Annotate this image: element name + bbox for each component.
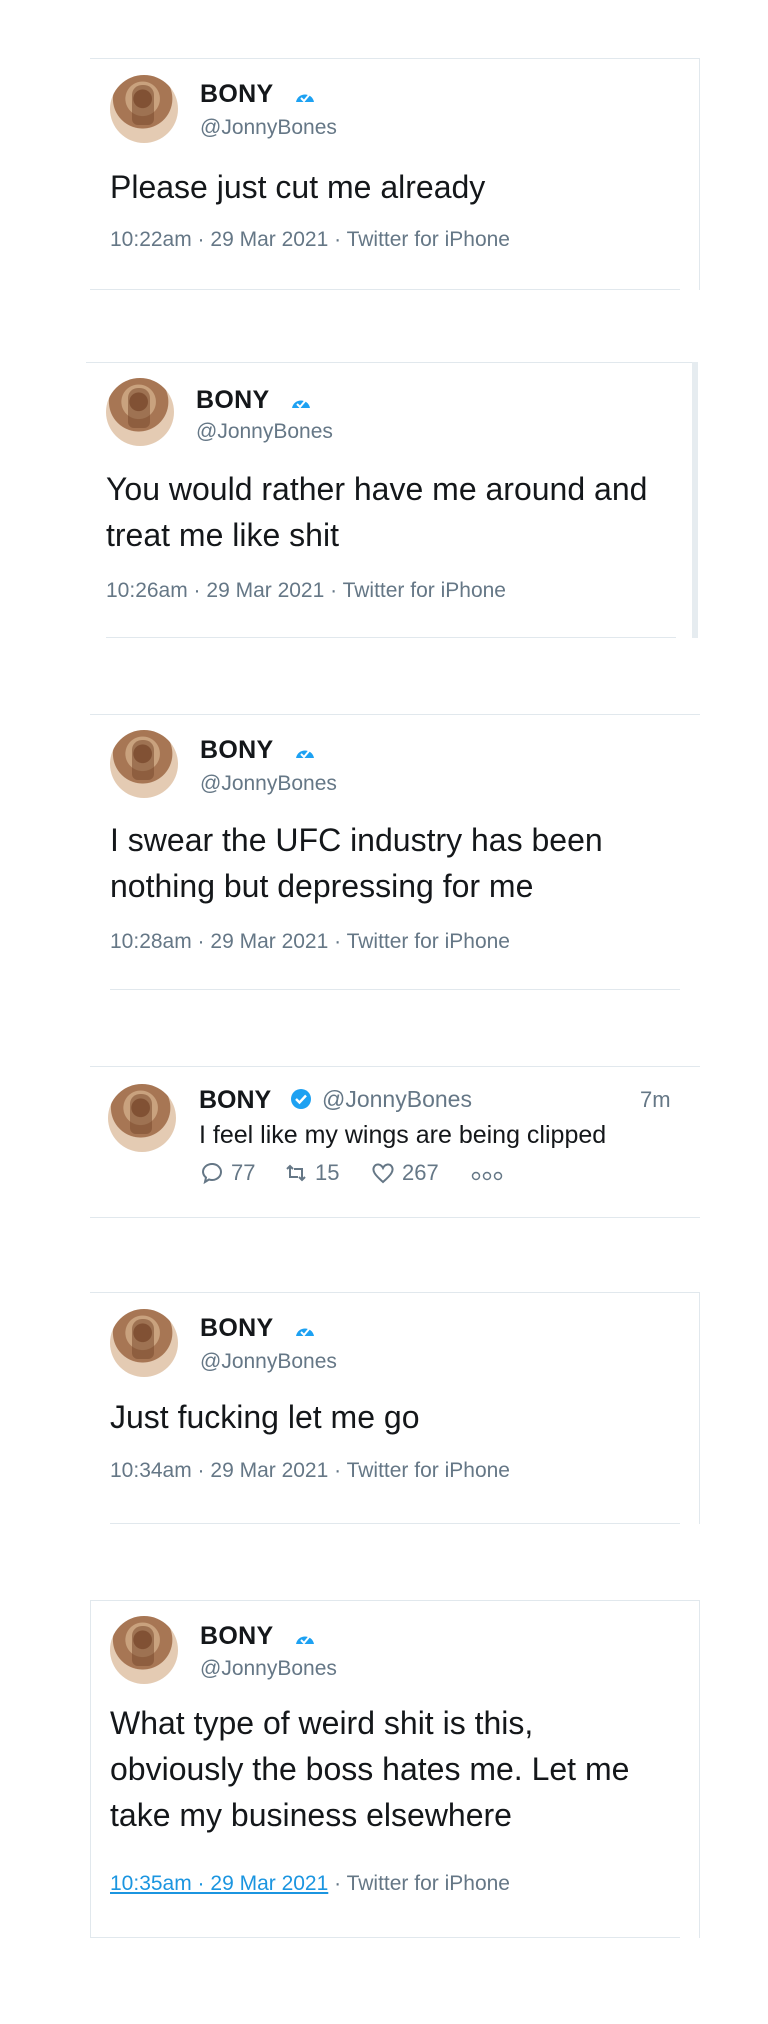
tweet-card-1[interactable]: BONY @JonnyBones Please just cut me alre… <box>90 58 700 290</box>
verified-badge-icon <box>292 400 310 409</box>
more-icon[interactable] <box>470 1170 504 1182</box>
user-handle[interactable]: @JonnyBones <box>196 420 333 444</box>
relative-time[interactable]: 7m <box>640 1087 671 1113</box>
card-top-border <box>90 58 700 59</box>
user-handle[interactable]: @JonnyBones <box>200 772 337 796</box>
card-bottom-border <box>110 989 680 990</box>
heart-icon <box>372 1163 394 1184</box>
card-bottom-border <box>110 1523 680 1524</box>
display-name[interactable]: BONY <box>200 1314 273 1343</box>
card-top-border <box>86 362 698 363</box>
tweet-card-2[interactable]: BONY @JonnyBones You would rather have m… <box>86 362 698 638</box>
card-right-border <box>699 1292 700 1524</box>
tweet-text: I feel like my wings are being clipped <box>199 1121 607 1149</box>
like-button[interactable]: 267 <box>370 1160 439 1186</box>
display-name[interactable]: BONY <box>200 736 273 765</box>
avatar[interactable] <box>106 378 174 446</box>
avatar[interactable] <box>108 1084 176 1152</box>
display-name[interactable]: BONY <box>199 1086 271 1115</box>
tweet-text: What type of weird shit is this, obvious… <box>110 1705 630 1833</box>
user-handle[interactable]: @JonnyBones <box>322 1086 472 1113</box>
card-top-border <box>90 1066 700 1067</box>
tweet-card-5[interactable]: BONY @JonnyBones What type of weird shit… <box>90 1600 700 1938</box>
card-right-border <box>692 362 698 638</box>
user-handle[interactable]: @JonnyBones <box>200 1350 337 1374</box>
card-top-border <box>90 1292 700 1293</box>
display-name[interactable]: BONY <box>200 80 273 109</box>
tweet-timestamp: 10:35am · 29 Mar 2021 · Twitter for iPho… <box>110 1872 510 1896</box>
tweet-text: I swear the UFC industry has been nothin… <box>110 822 603 904</box>
tweet-timestamp[interactable]: 10:22am · 29 Mar 2021 · Twitter for iPho… <box>110 228 510 252</box>
avatar[interactable] <box>110 1309 178 1377</box>
timestamp-link[interactable]: 10:35am · 29 Mar 2021 <box>110 1872 328 1895</box>
reply-icon <box>201 1162 222 1185</box>
display-name[interactable]: BONY <box>196 386 269 415</box>
tweet-source: · Twitter for iPhone <box>328 1872 510 1895</box>
tweet-text: Please just cut me already <box>110 169 486 205</box>
tweet-timestamp[interactable]: 10:26am · 29 Mar 2021 · Twitter for iPho… <box>106 579 506 603</box>
verified-badge-icon <box>296 750 314 759</box>
avatar[interactable] <box>110 75 178 143</box>
card-right-border <box>699 58 700 290</box>
tweet-text: You would rather have me around and trea… <box>106 471 648 553</box>
verified-badge-icon <box>296 1328 314 1337</box>
card-left-border <box>90 1600 91 1938</box>
tweet-card-3[interactable]: BONY @JonnyBones I swear the UFC industr… <box>90 714 700 990</box>
avatar[interactable] <box>110 1616 178 1684</box>
tweet-timestamp[interactable]: 10:28am · 29 Mar 2021 · Twitter for iPho… <box>110 930 510 954</box>
user-handle[interactable]: @JonnyBones <box>200 1657 337 1681</box>
compact-tweet-card[interactable]: BONY @JonnyBones 7m I feel like my wings… <box>90 1066 700 1218</box>
retweet-icon <box>286 1164 306 1182</box>
card-bottom-border <box>106 637 676 638</box>
tweet-timestamp[interactable]: 10:34am · 29 Mar 2021 · Twitter for iPho… <box>110 1459 510 1483</box>
card-top-border <box>90 1600 700 1601</box>
reply-button[interactable]: 77 <box>199 1160 255 1186</box>
user-handle[interactable]: @JonnyBones <box>200 116 337 140</box>
card-bottom-border <box>90 1217 700 1218</box>
card-bottom-border <box>90 289 680 290</box>
avatar[interactable] <box>110 730 178 798</box>
verified-badge-icon <box>296 94 314 103</box>
card-right-border <box>699 1600 700 1938</box>
verified-badge-icon <box>296 1636 314 1645</box>
card-top-border <box>90 714 700 715</box>
tweet-text: Just fucking let me go <box>110 1399 420 1435</box>
verified-badge-icon <box>291 1089 311 1109</box>
retweet-button[interactable]: 15 <box>283 1160 339 1186</box>
retweet-count: 15 <box>315 1160 340 1185</box>
like-count: 267 <box>402 1160 439 1185</box>
card-bottom-border <box>90 1937 680 1938</box>
display-name[interactable]: BONY <box>200 1622 273 1651</box>
tweet-card-4[interactable]: BONY @JonnyBones Just fucking let me go … <box>90 1292 700 1524</box>
reply-count: 77 <box>231 1160 256 1185</box>
